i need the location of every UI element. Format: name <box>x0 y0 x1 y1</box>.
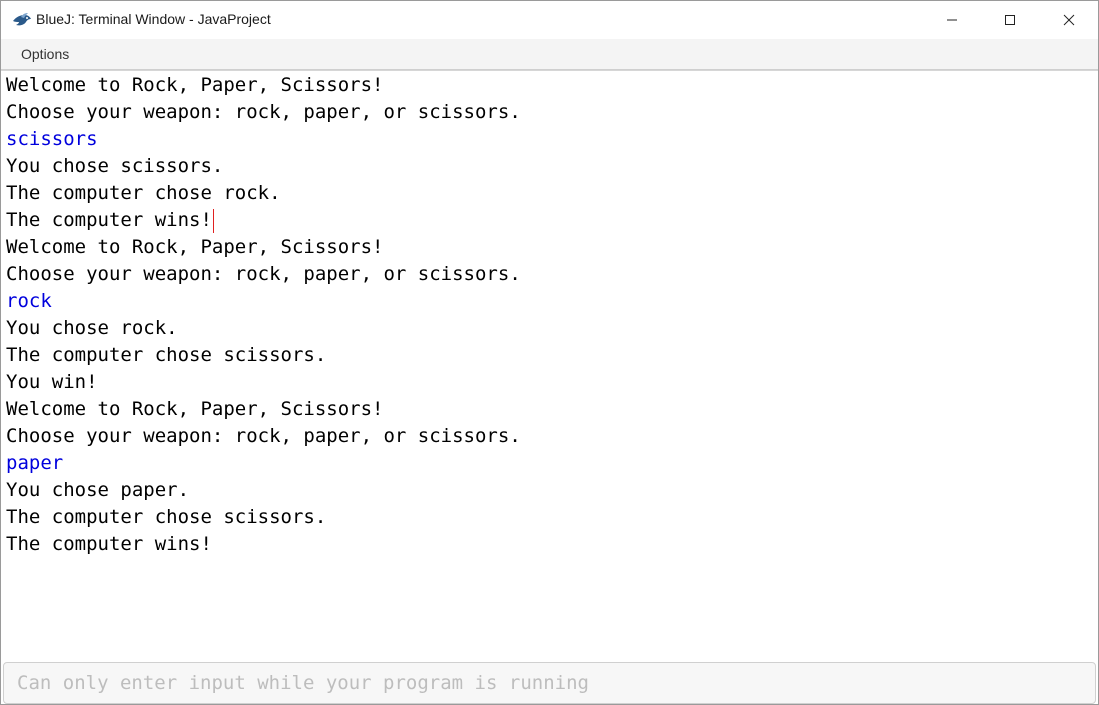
terminal-input-echo: paper <box>6 450 521 477</box>
line-text: You chose paper. <box>6 479 190 501</box>
terminal-window: BlueJ: Terminal Window - JavaProject Opt… <box>0 0 1099 705</box>
line-text: The computer wins! <box>6 533 212 555</box>
line-text: Choose your weapon: rock, paper, or scis… <box>6 425 521 447</box>
terminal-input-echo: scissors <box>6 126 521 153</box>
menu-options[interactable]: Options <box>9 39 81 69</box>
window-title: BlueJ: Terminal Window - JavaProject <box>36 11 271 27</box>
terminal-line: You chose paper. <box>6 477 521 504</box>
terminal-line: You chose scissors. <box>6 153 521 180</box>
line-text: The computer wins! <box>6 209 212 231</box>
bluej-bird-icon <box>13 13 31 26</box>
text-caret <box>212 208 214 233</box>
line-text: You chose scissors. <box>6 155 224 177</box>
line-text: rock <box>6 290 52 312</box>
terminal-line: Choose your weapon: rock, paper, or scis… <box>6 99 521 126</box>
maximize-button[interactable] <box>981 1 1039 39</box>
terminal-input-field[interactable] <box>4 663 1095 703</box>
line-text: The computer chose rock. <box>6 182 281 204</box>
line-text: You chose rock. <box>6 317 178 339</box>
line-text: Choose your weapon: rock, paper, or scis… <box>6 101 521 123</box>
line-text: Welcome to Rock, Paper, Scissors! <box>6 398 384 420</box>
line-text: The computer chose scissors. <box>6 506 327 528</box>
terminal-line: Choose your weapon: rock, paper, or scis… <box>6 261 521 288</box>
terminal-line: Welcome to Rock, Paper, Scissors! <box>6 234 521 261</box>
terminal-line: The computer wins! <box>6 531 521 558</box>
terminal-input-bar <box>3 662 1096 704</box>
terminal-line: The computer chose rock. <box>6 180 521 207</box>
terminal-lines: Welcome to Rock, Paper, Scissors! Choose… <box>6 72 521 558</box>
line-text: Welcome to Rock, Paper, Scissors! <box>6 74 384 96</box>
terminal-line: The computer wins! <box>6 207 521 234</box>
maximize-icon <box>1005 15 1015 25</box>
title-bar[interactable]: BlueJ: Terminal Window - JavaProject <box>1 1 1098 39</box>
terminal-line: You chose rock. <box>6 315 521 342</box>
line-text: paper <box>6 452 64 474</box>
terminal-line: The computer chose scissors. <box>6 342 521 369</box>
line-text: Welcome to Rock, Paper, Scissors! <box>6 236 384 258</box>
minimize-icon <box>947 19 957 21</box>
minimize-button[interactable] <box>923 1 981 39</box>
terminal-line: Choose your weapon: rock, paper, or scis… <box>6 423 521 450</box>
terminal-input-echo: rock <box>6 288 521 315</box>
line-text: Choose your weapon: rock, paper, or scis… <box>6 263 521 285</box>
line-text: You win! <box>6 371 98 393</box>
close-button[interactable] <box>1040 1 1098 39</box>
terminal-line: Welcome to Rock, Paper, Scissors! <box>6 396 521 423</box>
terminal-line: You win! <box>6 369 521 396</box>
close-icon <box>1063 14 1075 26</box>
terminal-line: Welcome to Rock, Paper, Scissors! <box>6 72 521 99</box>
terminal-line: The computer chose scissors. <box>6 504 521 531</box>
terminal-output[interactable]: Welcome to Rock, Paper, Scissors! Choose… <box>1 70 1098 662</box>
line-text: The computer chose scissors. <box>6 344 327 366</box>
menu-bar: Options <box>1 39 1098 70</box>
line-text: scissors <box>6 128 98 150</box>
